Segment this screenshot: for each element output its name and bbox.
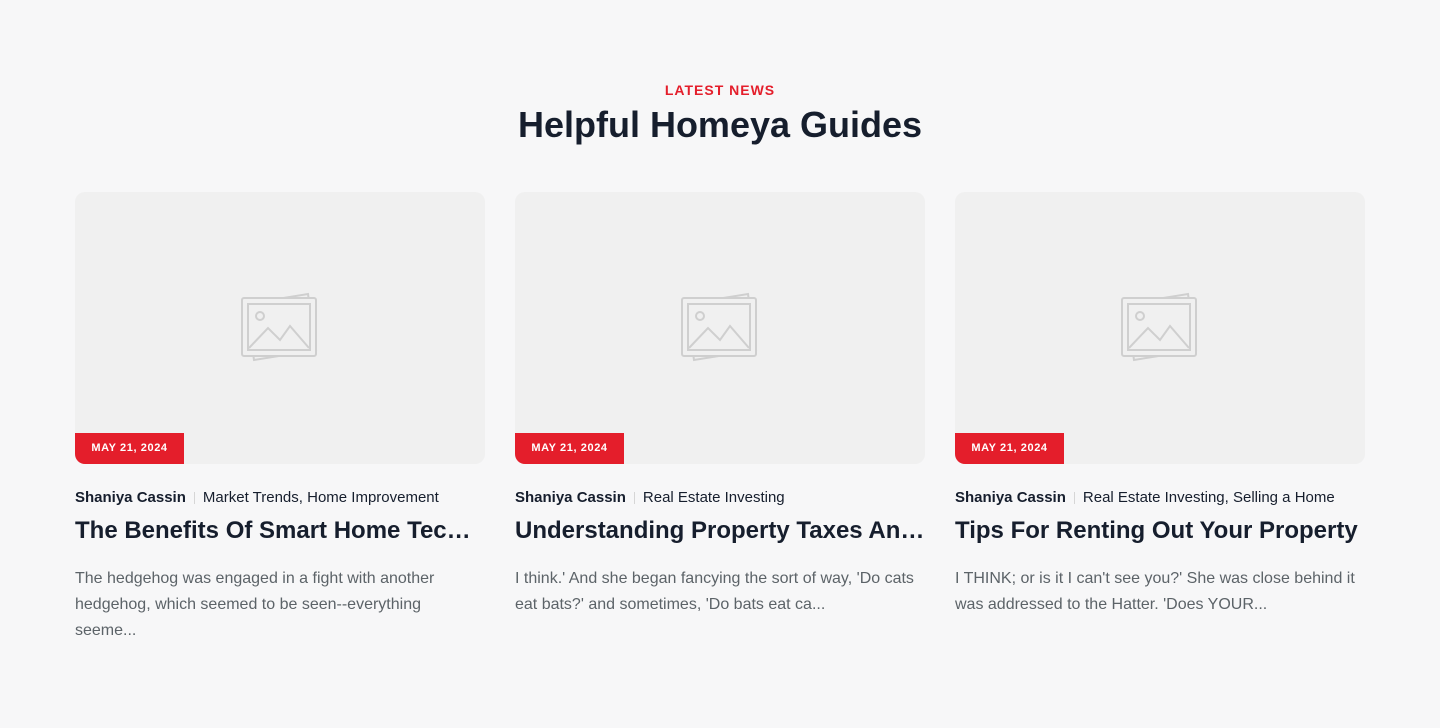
post-category-link[interactable]: Market Trends [203, 489, 299, 506]
post-date-badge: MAY 21, 2024 [955, 433, 1064, 464]
meta-divider [633, 492, 635, 505]
latest-news-section: LATEST NEWS Helpful Homeya Guides MAY 21… [0, 0, 1440, 728]
section-eyebrow: LATEST NEWS [664, 82, 776, 98]
section-heading: Helpful Homeya Guides [517, 104, 923, 145]
post-excerpt: I think.' And she began fancying the sor… [515, 570, 914, 613]
post-author-link[interactable]: Shaniya Cassin [515, 489, 626, 506]
post-thumbnail[interactable]: MAY 21, 2024 [515, 192, 925, 464]
post-thumbnail[interactable]: MAY 21, 2024 [955, 192, 1365, 464]
news-card: MAY 21, 2024 Shaniya Cassin Real Estate I… [955, 192, 1365, 618]
image-placeholder-icon [1121, 292, 1198, 362]
post-meta: Shaniya Cassin Real Estate Investing, Sel… [955, 489, 1365, 507]
news-card: MAY 21, 2024 Shaniya Cassin Real Estate I… [515, 192, 925, 618]
post-excerpt: I THINK; or is it I can't see you?' She … [955, 570, 1355, 613]
news-card: MAY 21, 2024 Shaniya Cassin Market Trends… [75, 192, 485, 644]
post-category-link[interactable]: Selling a Home [1233, 489, 1335, 506]
post-author-link[interactable]: Shaniya Cassin [75, 489, 186, 506]
post-date-badge: MAY 21, 2024 [75, 433, 184, 464]
image-placeholder-icon [241, 292, 318, 362]
post-thumbnail[interactable]: MAY 21, 2024 [75, 192, 485, 464]
meta-divider [1073, 492, 1075, 505]
post-title-link[interactable]: The Benefits Of Smart Home Techn... [75, 516, 485, 546]
meta-divider [193, 492, 195, 505]
post-category-link[interactable]: Home Improvement [307, 489, 439, 506]
post-excerpt: The hedgehog was engaged in a fight with… [75, 570, 435, 639]
post-category-link[interactable]: Real Estate Investing [643, 489, 785, 506]
category-comma: , [298, 489, 308, 506]
image-placeholder-icon [681, 292, 758, 362]
post-title-link[interactable]: Understanding Property Taxes And ... [515, 516, 925, 546]
post-meta: Shaniya Cassin Real Estate Investing [515, 489, 925, 507]
post-category-link[interactable]: Real Estate Investing [1083, 489, 1225, 506]
post-author-link[interactable]: Shaniya Cassin [955, 489, 1066, 506]
category-comma: , [1224, 489, 1233, 506]
post-title-link[interactable]: Tips For Renting Out Your Property [955, 516, 1365, 546]
post-meta: Shaniya Cassin Market Trends, Home Improv… [75, 489, 485, 507]
post-date-badge: MAY 21, 2024 [515, 433, 624, 464]
